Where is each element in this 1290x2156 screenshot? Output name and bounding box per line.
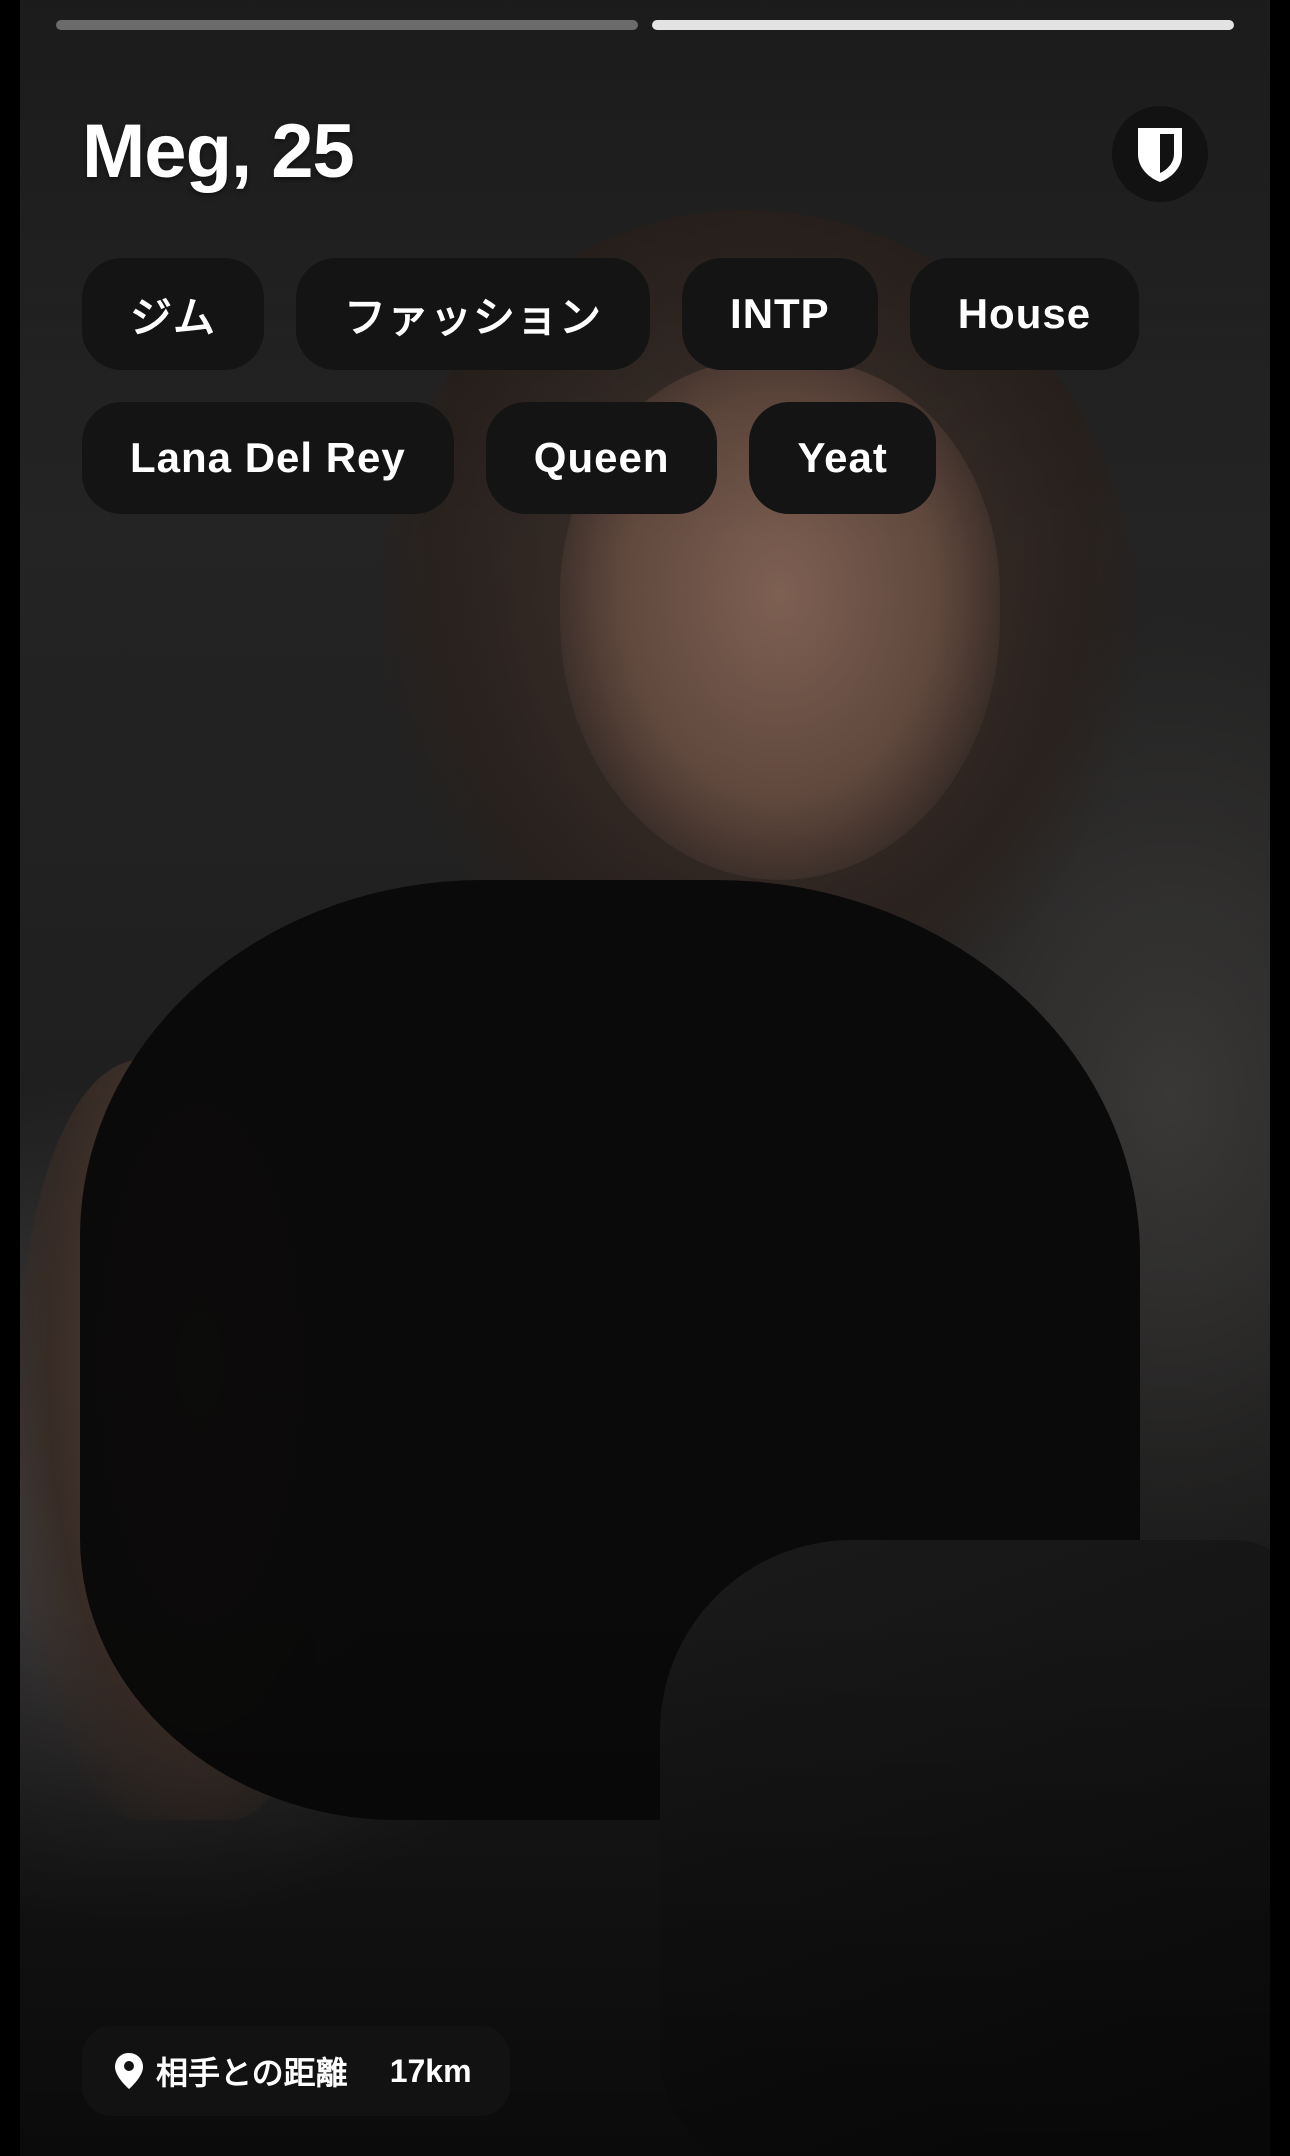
profile-name-age: Meg, 25 [82, 109, 355, 194]
safety-button[interactable] [1112, 106, 1208, 202]
tag-yeat[interactable]: Yeat [749, 402, 936, 514]
photo-progress-segment-1[interactable] [56, 20, 638, 30]
distance-label: 相手との距離 [156, 2055, 348, 2091]
tag-house[interactable]: House [909, 258, 1140, 370]
distance-value: 17km [389, 2052, 472, 2089]
distance-badge: 相手との距離 17km [82, 2026, 510, 2116]
tag-gym[interactable]: ジム [82, 258, 265, 370]
tag-intp[interactable]: INTP [682, 258, 878, 370]
photo-progress-segment-2[interactable] [652, 20, 1234, 30]
tag-lana-del-rey[interactable]: Lana Del Rey [82, 402, 454, 514]
tag-fashion[interactable]: ファッション [296, 258, 651, 370]
photo-progress [56, 20, 1234, 30]
shield-icon [1138, 128, 1182, 182]
tag-row-1: ジム ファッション INTP House [82, 258, 1182, 370]
tag-row-2: Lana Del Rey Queen Yeat [82, 402, 1182, 514]
location-pin-icon [115, 2053, 143, 2089]
interest-tags: ジム ファッション INTP House Lana Del Rey Queen … [82, 258, 1182, 546]
tag-queen[interactable]: Queen [485, 402, 718, 514]
